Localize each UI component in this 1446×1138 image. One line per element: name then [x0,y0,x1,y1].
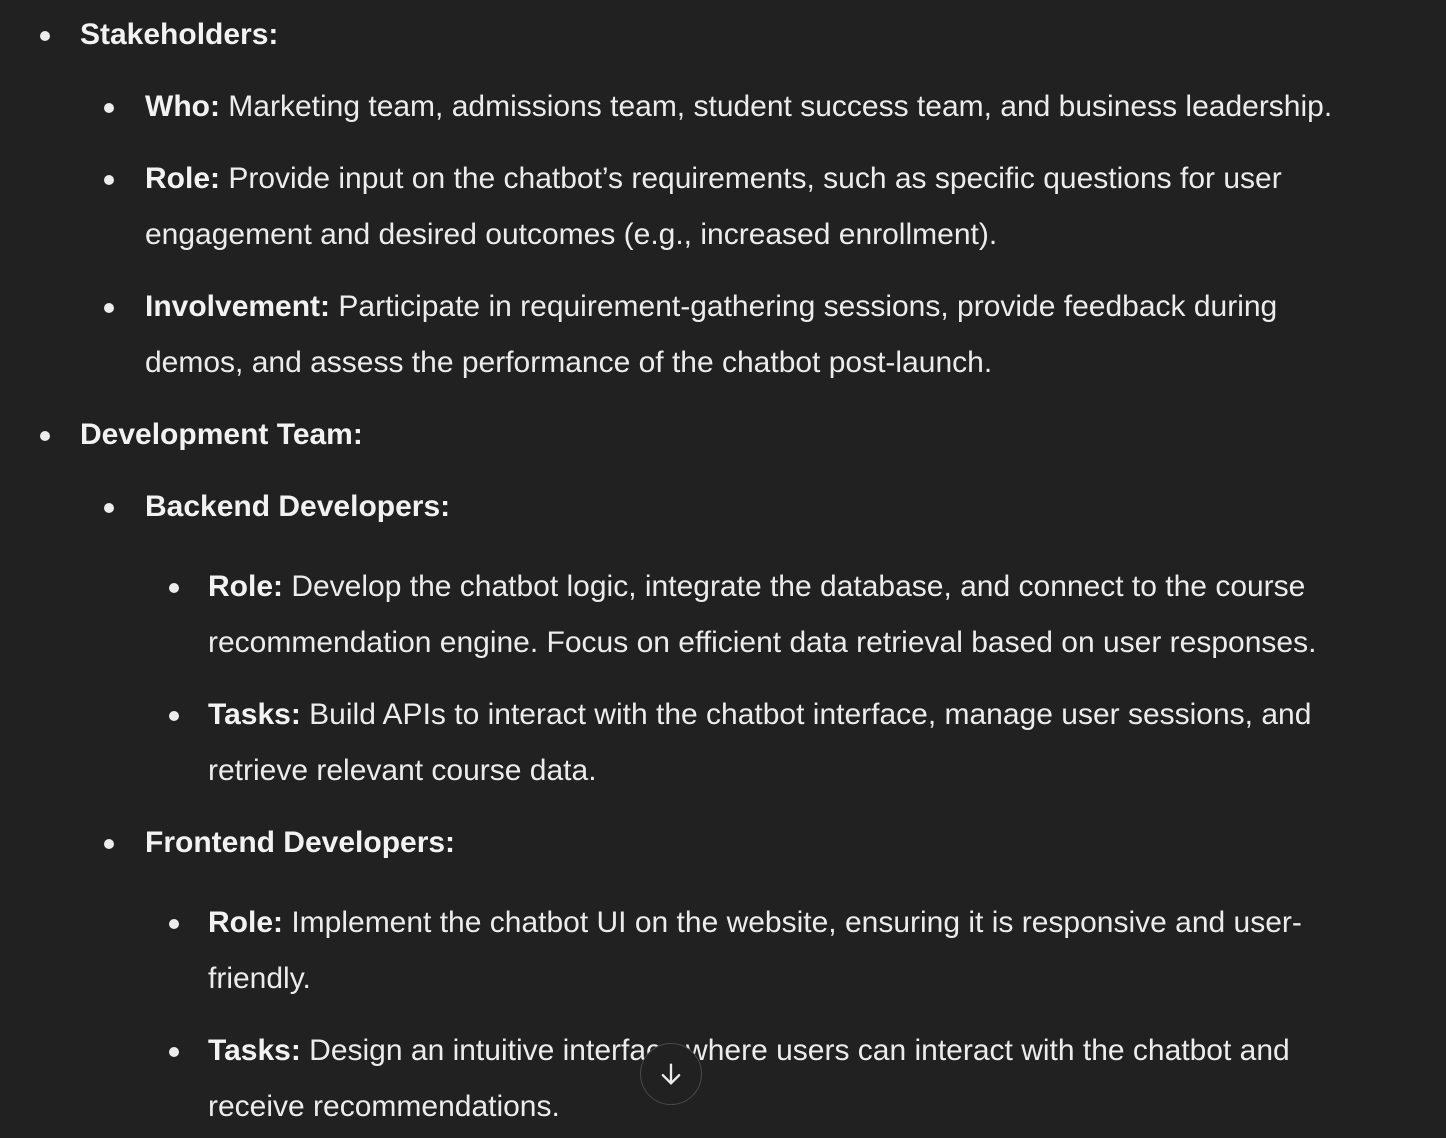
item-text: Provide input on the chatbot’s requireme… [220,162,1282,195]
bullet [40,431,50,441]
item-text: Build APIs to interact with the chatbot … [300,698,1312,731]
bullet [104,503,114,513]
item-text-continued: friendly. [208,962,311,995]
bullet [169,1047,179,1057]
item-text-continued: receive recommendations. [208,1090,560,1123]
item-text: Develop the chatbot logic, integrate the… [283,570,1306,603]
item-label: Development Team: [80,418,363,451]
item-text: Design an intuitive interface where user… [300,1034,1290,1067]
item-text-continued: demos, and assess the performance of the… [145,346,993,379]
item-text-continued: recommendation engine. Focus on efficien… [208,626,1317,659]
item-text: Implement the chatbot UI on the website,… [283,906,1302,939]
item-label: Role: [208,906,283,939]
item-text: Marketing team, admissions team, student… [219,90,1333,123]
bullet [104,303,114,313]
item-label: Tasks: [208,1034,301,1067]
bullet [169,919,179,929]
item-label: Involvement: [145,290,331,323]
item-text-continued: engagement and desired outcomes (e.g., i… [145,218,998,251]
bullet [104,839,114,849]
item-text-continued: retrieve relevant course data. [208,754,597,787]
item-text: Participate in requirement-gathering ses… [330,290,1278,323]
item-label: Stakeholders: [80,18,279,51]
bullet [104,103,114,113]
bullet [169,583,179,593]
arrow-down-icon [661,1063,681,1085]
bullet [40,31,50,41]
item-label: Role: [208,570,283,603]
bullet [104,175,114,185]
item-label: Frontend Developers: [145,826,456,859]
bullet [169,711,179,721]
scroll-to-bottom-button[interactable] [640,1043,702,1105]
item-label: Backend Developers: [145,490,451,523]
item-label: Role: [145,162,220,195]
item-label: Who: [145,90,220,123]
item-label: Tasks: [208,698,301,731]
